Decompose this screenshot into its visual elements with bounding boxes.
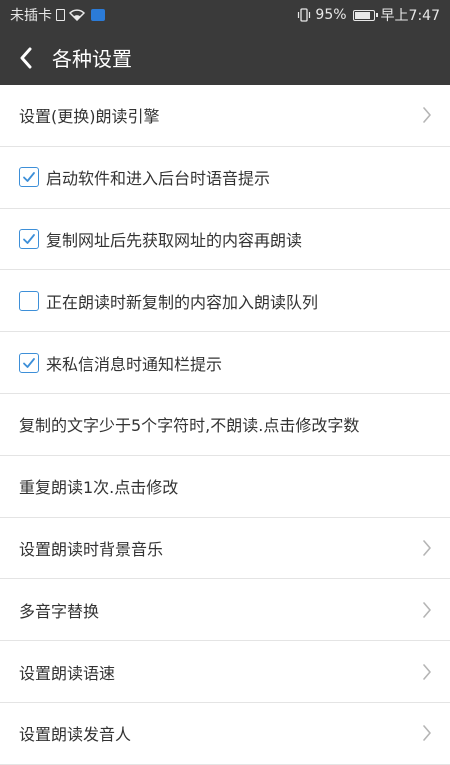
- sim-card-icon: [56, 9, 65, 21]
- back-arrow-icon: [20, 47, 32, 68]
- settings-row-label: 复制网址后先获取网址的内容再朗读: [46, 230, 303, 250]
- checkbox-unchecked[interactable]: [19, 290, 39, 311]
- settings-row[interactable]: 复制的文字少于5个字符时,不朗读.点击修改字数: [0, 394, 450, 456]
- settings-row[interactable]: 多音字替换: [0, 579, 450, 642]
- settings-row[interactable]: 重复朗读1次.点击修改: [0, 456, 450, 518]
- battery-icon: [352, 9, 378, 21]
- settings-row-label: 设置朗读语速: [19, 663, 116, 683]
- settings-row-label: 复制的文字少于5个字符时,不朗读.点击修改字数: [19, 416, 360, 436]
- checkbox-checked[interactable]: [19, 352, 39, 373]
- chevron-right-icon: [423, 663, 431, 680]
- settings-row-label: 启动软件和进入后台时语音提示: [46, 169, 271, 189]
- clock: 早上7:47: [380, 8, 440, 24]
- settings-row-label: 设置(更换)朗读引擎: [19, 107, 160, 127]
- vibrate-icon: [298, 8, 311, 22]
- settings-row-label: 设置朗读发音人: [19, 725, 132, 745]
- settings-row[interactable]: 正在朗读时新复制的内容加入朗读队列: [0, 270, 450, 333]
- settings-row-label: 来私信消息时通知栏提示: [46, 354, 223, 374]
- page-title: 各种设置: [52, 47, 132, 71]
- chevron-right-icon: [423, 601, 431, 618]
- settings-row[interactable]: 设置(更换)朗读引擎: [0, 85, 450, 147]
- settings-row[interactable]: 设置朗读时背景音乐: [0, 518, 450, 580]
- settings-row-label: 重复朗读1次.点击修改: [19, 478, 179, 498]
- settings-row[interactable]: 复制网址后先获取网址的内容再朗读: [0, 209, 450, 271]
- settings-row[interactable]: 设置朗读发音人: [0, 703, 450, 765]
- settings-row-label: 正在朗读时新复制的内容加入朗读队列: [46, 292, 319, 312]
- settings-row-label: 设置朗读时背景音乐: [19, 539, 164, 559]
- checkbox-checked[interactable]: [19, 167, 39, 188]
- settings-row[interactable]: 来私信消息时通知栏提示: [0, 332, 450, 394]
- chevron-right-icon: [423, 107, 431, 124]
- status-bar: 未插卡 95% 早上7:47: [0, 0, 450, 30]
- app-notification-icon: [91, 9, 105, 21]
- checkbox-checked[interactable]: [19, 228, 39, 249]
- chevron-right-icon: [423, 725, 431, 742]
- settings-row[interactable]: 启动软件和进入后台时语音提示: [0, 147, 450, 209]
- battery-percent: 95%: [315, 7, 347, 23]
- carrier-label: 未插卡: [10, 8, 52, 24]
- wifi-icon: [69, 9, 85, 21]
- back-button[interactable]: [4, 30, 48, 85]
- settings-row[interactable]: 设置朗读语速: [0, 641, 450, 703]
- settings-row-label: 多音字替换: [19, 601, 100, 621]
- chevron-right-icon: [423, 540, 431, 556]
- settings-list: 设置(更换)朗读引擎启动软件和进入后台时语音提示复制网址后先获取网址的内容再朗读…: [0, 85, 450, 765]
- app-bar: 各种设置: [0, 30, 450, 85]
